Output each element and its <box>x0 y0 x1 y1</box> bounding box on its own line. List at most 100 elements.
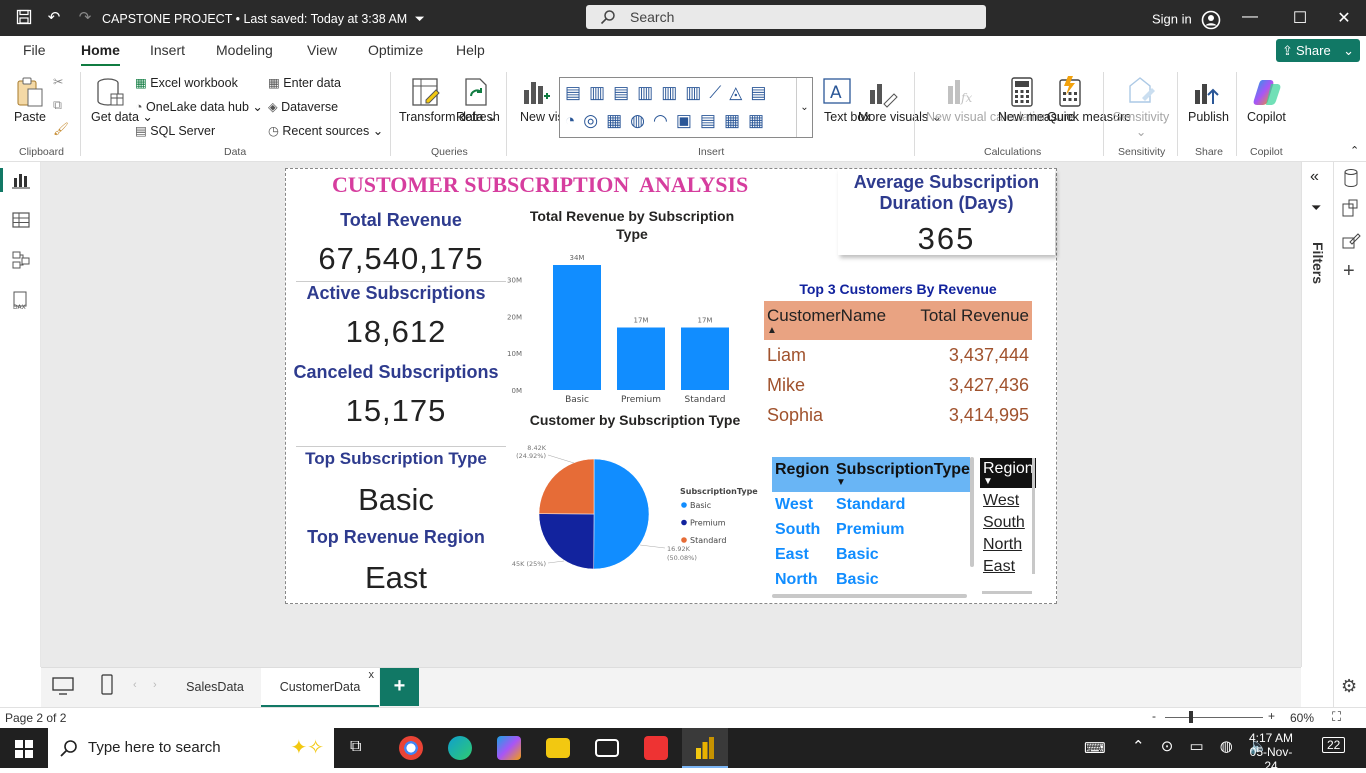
group-label-sensitivity: Sensitivity <box>1118 146 1166 158</box>
close-tab-icon[interactable]: x <box>369 656 375 694</box>
search-box[interactable]: Search <box>586 5 986 29</box>
task-view-icon[interactable]: ⧉ <box>350 738 361 756</box>
report-view-icon[interactable] <box>11 170 31 190</box>
slicer-item-south[interactable]: South <box>983 512 1036 534</box>
slicer-hscrollbar[interactable] <box>982 591 1032 594</box>
title-dropdown-icon[interactable]: ⏷ <box>415 12 425 26</box>
revenue-by-type-bar-chart[interactable]: 0M 10M 20M 30M 34M Basic 17M Premium 17M Standard <box>501 249 761 409</box>
dataverse-icon: ◈ <box>268 100 278 114</box>
undo-icon[interactable]: ↶ <box>45 9 63 27</box>
slicer-item-east[interactable]: East <box>983 556 1036 578</box>
add-page-button[interactable]: + <box>380 668 419 706</box>
horizontal-scrollbar[interactable] <box>772 594 967 598</box>
onelake-button[interactable]: ◔ OneLake data hub ⌄ <box>135 99 263 114</box>
top3-table[interactable]: CustomerName ▲ Total Revenue Liam 3,437,44… <box>764 301 1032 430</box>
dataverse-button[interactable]: ◈ Dataverse <box>268 99 338 114</box>
y-tick-label: 20M <box>507 313 522 321</box>
visualizations-pane-icon[interactable] <box>1341 198 1361 218</box>
subscription-type-header[interactable]: SubscriptionType ▼ <box>833 457 970 492</box>
chrome-icon[interactable] <box>399 736 423 760</box>
sql-server-button[interactable]: ▤ SQL Server <box>135 123 215 138</box>
keyboard-icon[interactable]: ⌨ <box>1084 739 1106 757</box>
data-pane-icon[interactable] <box>1341 168 1361 188</box>
visual-gallery[interactable]: ▤▥▤▥▥▥⟋◬▤ ◔◎▦◍◠▣▤▦▦ ⌄ <box>559 77 813 138</box>
gallery-expand-icon[interactable]: ⌄ <box>796 78 812 137</box>
region-type-table[interactable]: Region SubscriptionType ▼ West Standard So… <box>772 457 970 598</box>
menu-help[interactable]: Help <box>456 42 485 58</box>
windows-start-icon[interactable] <box>15 740 33 758</box>
table-row: West Standard <box>775 495 906 513</box>
top3-header-customer[interactable]: CustomerName ▲ <box>764 301 917 340</box>
cut-icon[interactable]: ✂ <box>53 74 63 89</box>
sign-in-button[interactable]: Sign in <box>1152 10 1221 30</box>
edge-icon[interactable] <box>448 736 472 760</box>
format-pane-icon[interactable] <box>1341 230 1361 250</box>
collapse-ribbon-icon[interactable]: ⌃ <box>1350 144 1359 157</box>
calculator-icon <box>1011 77 1033 107</box>
tab-customerdata[interactable]: CustomerData x <box>261 668 379 708</box>
menu-file[interactable]: File <box>23 42 46 58</box>
region-slicer[interactable]: Region ▼ West South North East <box>980 458 1036 594</box>
customer-by-type-pie-chart[interactable]: 16.92K(50.08%) 8.45K (25%) 8.42K(24.92%) Su… <box>511 445 766 577</box>
mobile-layout-icon[interactable] <box>100 674 114 696</box>
vertical-scrollbar[interactable] <box>970 457 974 567</box>
format-painter-icon[interactable]: 🖌 <box>53 122 69 137</box>
top3-header-revenue[interactable]: Total Revenue <box>917 301 1032 340</box>
excel-workbook-button[interactable]: ▦ Excel workbook <box>135 75 238 90</box>
visual-gallery-row-1[interactable]: ▤▥▤▥▥▥⟋◬▤ <box>565 81 774 105</box>
settings-gear-icon[interactable]: ⚙ <box>1341 676 1357 697</box>
canceled-subscriptions-label: Canceled Subscriptions <box>293 362 499 382</box>
mail-icon[interactable] <box>595 739 619 757</box>
zoom-slider[interactable] <box>1165 717 1263 718</box>
share-chevron-icon[interactable]: ⌄ <box>1343 39 1354 62</box>
slicer-item-west[interactable]: West <box>983 490 1036 512</box>
menu-home[interactable]: Home <box>81 42 120 67</box>
refresh-button[interactable]: Refresh <box>456 110 500 124</box>
share-button[interactable]: ⇪ Share ⌄ <box>1276 39 1360 62</box>
recent-sources-button[interactable]: ◷ Recent sources ⌄ <box>268 123 383 138</box>
tab-salesdata[interactable]: SalesData <box>171 668 259 708</box>
slicer-scrollbar[interactable] <box>1032 458 1035 574</box>
menu-view[interactable]: View <box>307 42 337 58</box>
visual-gallery-row-2[interactable]: ◔◎▦◍◠▣▤▦▦ <box>565 109 772 133</box>
slicer-item-north[interactable]: North <box>983 534 1036 556</box>
enter-data-button[interactable]: ▦ Enter data <box>268 75 341 90</box>
menu-optimize[interactable]: Optimize <box>368 42 423 58</box>
add-pane-icon[interactable]: + <box>1343 260 1355 283</box>
powerbi-taskbar-button[interactable] <box>682 728 728 768</box>
slicer-header[interactable]: Region ▼ <box>980 458 1036 488</box>
model-view-icon[interactable] <box>11 250 31 270</box>
dax-query-view-icon[interactable]: DAX <box>11 290 31 310</box>
clock[interactable]: 4:17 AM 05-Nov-24 <box>1246 731 1296 773</box>
paste-button[interactable]: Paste <box>14 110 46 124</box>
copy-icon[interactable]: ⧉ <box>53 98 62 113</box>
prev-page-icon[interactable]: ‹ <box>133 679 137 691</box>
next-page-icon[interactable]: › <box>153 679 157 691</box>
group-label-queries: Queries <box>431 146 468 158</box>
close-button[interactable]: ✕ <box>1334 8 1354 28</box>
notification-badge[interactable]: 22 <box>1322 737 1346 753</box>
maximize-button[interactable]: ☐ <box>1290 8 1310 28</box>
copilot-button[interactable]: Copilot <box>1247 110 1286 124</box>
avg-duration-label: Average Subscription Duration (Days) <box>853 172 1040 213</box>
wps-icon[interactable] <box>644 736 668 760</box>
publish-button[interactable]: Publish <box>1188 110 1229 124</box>
avg-duration-value: 365 <box>917 221 976 256</box>
save-icon[interactable] <box>15 9 33 27</box>
expand-filters-icon[interactable]: « <box>1310 168 1319 186</box>
zoom-slider-thumb[interactable] <box>1189 711 1193 723</box>
zoom-in-button[interactable]: + <box>1268 709 1275 723</box>
taskbar-search-box[interactable]: Type here to search ✦✧ <box>48 728 334 768</box>
menu-modeling[interactable]: Modeling <box>216 42 273 58</box>
redo-icon[interactable]: ↷ <box>76 9 94 27</box>
zoom-out-button[interactable]: - <box>1152 709 1156 723</box>
copilot-taskbar-icon[interactable] <box>497 736 521 760</box>
table-view-icon[interactable] <box>11 210 31 230</box>
region-header[interactable]: Region <box>772 457 833 492</box>
filters-pane-collapsed[interactable]: « ⏷ Filters <box>1301 162 1333 667</box>
desktop-layout-icon[interactable] <box>52 676 74 696</box>
fit-to-page-icon[interactable]: ⛶ <box>1332 709 1341 725</box>
file-explorer-icon[interactable] <box>546 738 570 758</box>
menu-insert[interactable]: Insert <box>150 42 185 58</box>
minimize-button[interactable]: — <box>1240 8 1260 26</box>
